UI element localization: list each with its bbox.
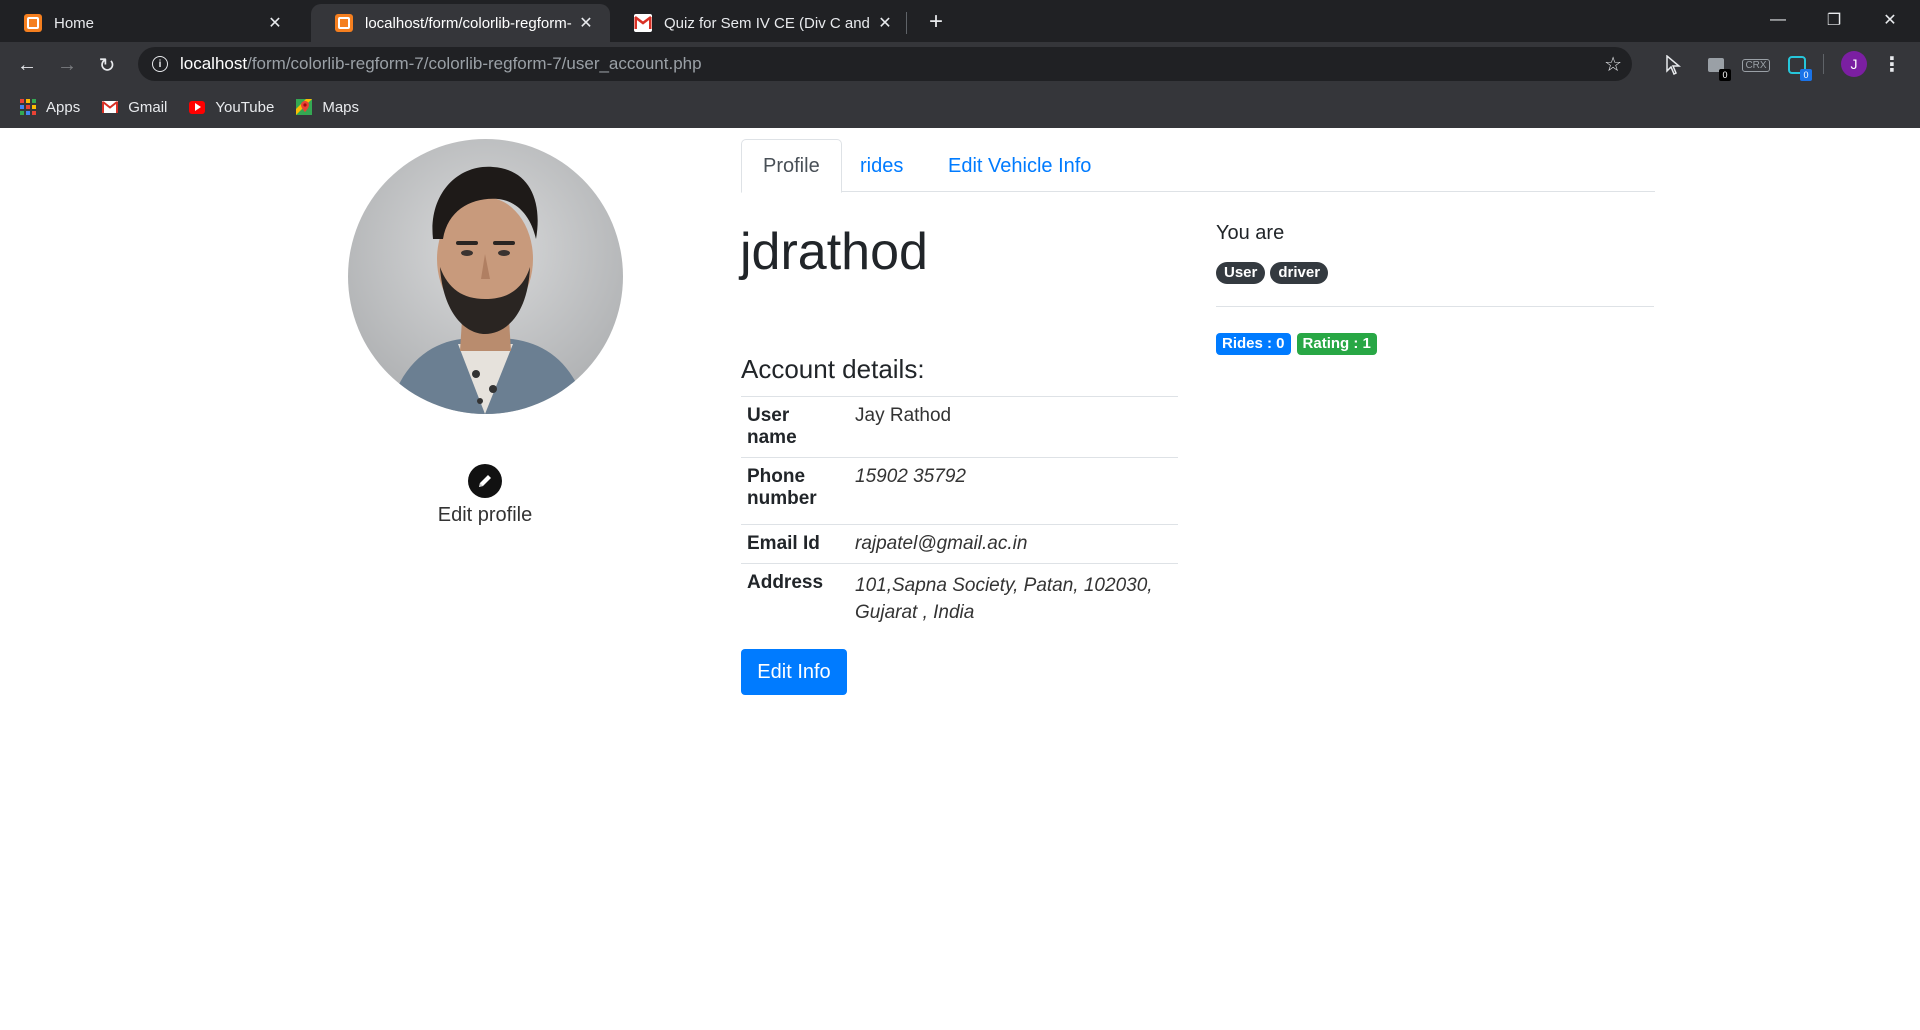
forward-button[interactable]: → [52,50,82,80]
restore-button[interactable]: ❐ [1806,0,1862,40]
close-icon[interactable]: ✕ [873,11,897,35]
bookmark-star-icon[interactable]: ☆ [1604,52,1622,77]
toolbar-separator [1823,54,1824,74]
bookmark-label: Maps [322,98,360,116]
role-badge: User [1216,262,1266,284]
youtube-icon [189,99,206,115]
detail-value: rajpatel@gmail.ac.in [849,524,1178,564]
page-title: jdrathod [740,223,928,281]
gmail-icon [102,99,119,115]
table-row: Phone number 15902 35792 [741,457,1178,525]
close-icon[interactable]: ✕ [574,11,598,35]
pencil-icon[interactable] [468,464,502,498]
bookmark-apps[interactable]: Apps [20,99,80,116]
info-icon[interactable]: i [152,56,168,72]
crx-label: CRX [1742,58,1770,72]
xampp-icon [335,14,353,32]
role-badge: driver [1270,262,1329,284]
rides-badge: Rides : 0 [1216,333,1291,355]
detail-label: User name [741,396,849,458]
url-host: localhost [180,54,248,73]
table-row: Address 101,Sapna Society, Patan, 102030… [741,563,1178,634]
profile-avatar[interactable]: J [1841,51,1867,77]
cursor-extension-icon[interactable] [1660,52,1686,78]
tab-edit-vehicle-info[interactable]: Edit Vehicle Info [927,139,1112,193]
gmail-icon [634,14,652,32]
tab-title: Quiz for Sem IV CE (Div C and D) [664,14,873,32]
maps-icon [296,99,313,115]
browser-tab-home[interactable]: Home ✕ [0,4,299,42]
profile-photo [348,139,623,414]
minimize-button[interactable]: — [1750,0,1806,40]
address-bar[interactable]: i localhost /form/colorlib-regform-7/col… [138,47,1632,81]
back-button[interactable]: ← [12,50,42,80]
apps-grid-icon [20,99,36,115]
detail-value: Jay Rathod [849,396,1178,458]
reload-button[interactable]: ↻ [92,50,122,80]
new-tab-button[interactable]: + [922,8,950,36]
detail-value: 101,Sapna Society, Patan, 102030, Gujara… [849,563,1178,634]
detail-label: Email Id [741,524,849,564]
xampp-icon [24,14,42,32]
edit-info-button[interactable]: Edit Info [741,649,847,695]
divider [1216,306,1654,307]
url-path: /form/colorlib-regform-7/colorlib-regfor… [247,54,702,73]
browser-toolbar: ← → ↻ i localhost /form/colorlib-regform… [0,42,1920,86]
extension-icon[interactable]: 0 [1703,52,1731,81]
menu-icon[interactable]: ⋮ [1882,52,1902,76]
you-are-label: You are [1216,222,1285,244]
bookmark-label: Apps [46,98,81,116]
tab-separator [906,12,907,34]
rating-badge: Rating : 1 [1296,333,1377,355]
edit-profile-label: Edit profile [437,504,533,526]
table-row: Email Id rajpatel@gmail.ac.in [741,524,1178,564]
bookmark-label: YouTube [215,98,275,116]
tab-rides[interactable]: rides [839,139,924,193]
bookmark-label: Gmail [128,98,168,116]
profile-tabs: Profile rides Edit Vehicle Info [741,139,1655,193]
extension-badge: 0 [1800,69,1812,81]
account-details-table: User name Jay Rathod Phone number 15902 … [741,396,1178,634]
tab-strip: Home ✕ localhost/form/colorlib-regform- … [0,0,1920,42]
close-icon[interactable]: ✕ [263,11,287,35]
detail-value: 15902 35792 [849,457,1178,525]
browser-chrome: Home ✕ localhost/form/colorlib-regform- … [0,0,1920,128]
crx-extension-icon[interactable]: CRX [1742,52,1770,78]
account-details-heading: Account details: [741,354,925,384]
tab-title: Home [54,14,95,32]
stat-badges: Rides : 0 Rating : 1 [1216,333,1377,355]
tab-profile[interactable]: Profile [741,139,842,193]
screen-capture-extension-icon[interactable]: 0 [1784,52,1812,81]
browser-tab-quiz[interactable]: Quiz for Sem IV CE (Div C and D) ✕ [610,4,909,42]
role-badges: User driver [1216,262,1329,284]
bookmarks-bar: Apps Gmail YouTube Maps [0,86,1920,128]
close-window-button[interactable]: ✕ [1862,0,1918,40]
extension-badge: 0 [1719,69,1731,81]
bookmark-maps[interactable]: Maps [296,99,359,116]
detail-label: Address [741,563,849,634]
browser-tab-user-account[interactable]: localhost/form/colorlib-regform- ✕ [311,4,610,42]
edit-profile-link[interactable]: Edit profile [420,464,550,527]
tab-title: localhost/form/colorlib-regform- [365,14,572,32]
bookmark-gmail[interactable]: Gmail [102,99,167,116]
detail-label: Phone number [741,457,849,525]
bookmark-youtube[interactable]: YouTube [189,99,274,116]
page-content: Edit profile Profile rides Edit Vehicle … [0,128,1920,1030]
table-row: User name Jay Rathod [741,396,1178,458]
